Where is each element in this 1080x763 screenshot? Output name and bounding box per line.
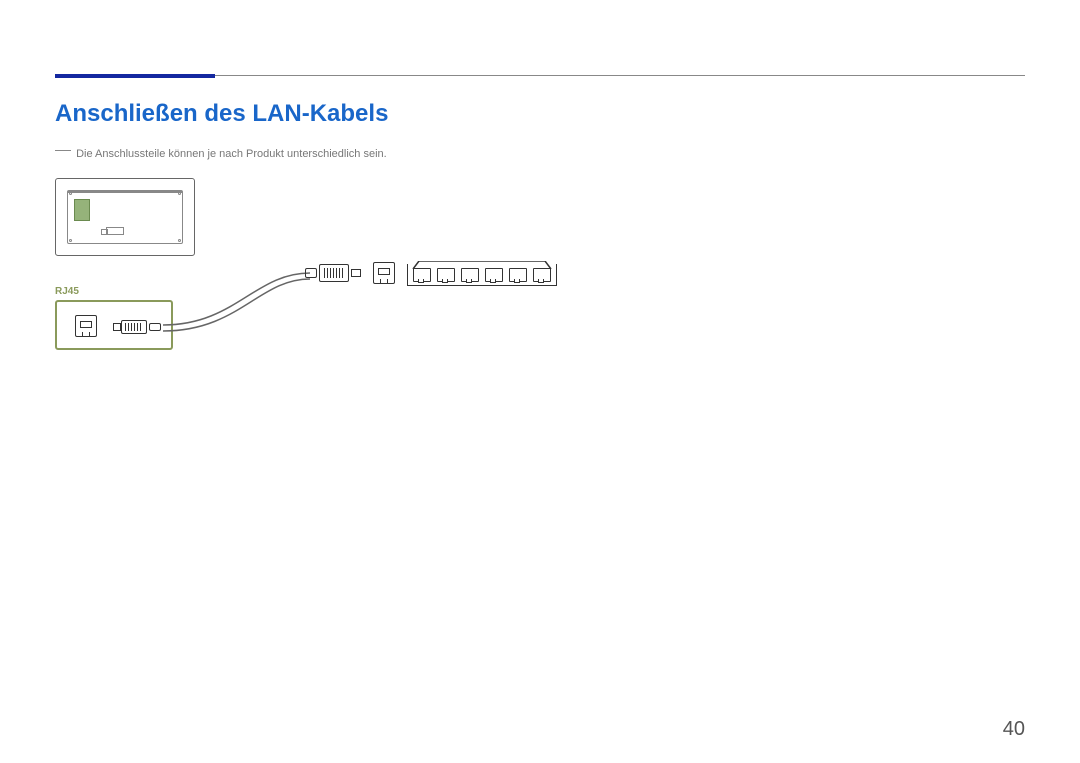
back-panel-inner [67,190,183,244]
section-heading: Anschließen des LAN-Kabels [55,100,388,128]
note-dash-icon [55,150,71,151]
switch-port-icon [461,268,479,282]
lan-module-icon [74,199,90,221]
rj45-port-icon [373,262,395,284]
switch-port-icon [485,268,503,282]
product-back-panel-icon [55,178,195,256]
switch-port-icon [533,268,551,282]
screw-hole-icon [69,239,72,242]
switch-port-icon [413,268,431,282]
screw-hole-icon [69,192,72,195]
switch-port-icon [509,268,527,282]
network-switch-icon [407,256,557,286]
rj45-port-icon [75,315,97,337]
mount-rail-bottom [68,192,182,193]
connector-slot-icon [106,227,124,235]
page-number: 40 [1003,718,1025,741]
header-accent-bar [55,74,215,78]
connection-diagram: RJ45 [55,178,575,378]
lan-plug-near-icon [121,320,161,334]
note-text: Die Anschlussteile können je nach Produk… [76,148,387,160]
lan-plug-far-icon [305,264,361,282]
screw-hole-icon [178,192,181,195]
switch-port-icon [437,268,455,282]
port-label: RJ45 [55,286,79,297]
note-line: Die Anschlussteile können je nach Produk… [55,148,387,160]
page-header [55,60,1025,78]
rj45-callout [55,300,173,350]
screw-hole-icon [178,239,181,242]
